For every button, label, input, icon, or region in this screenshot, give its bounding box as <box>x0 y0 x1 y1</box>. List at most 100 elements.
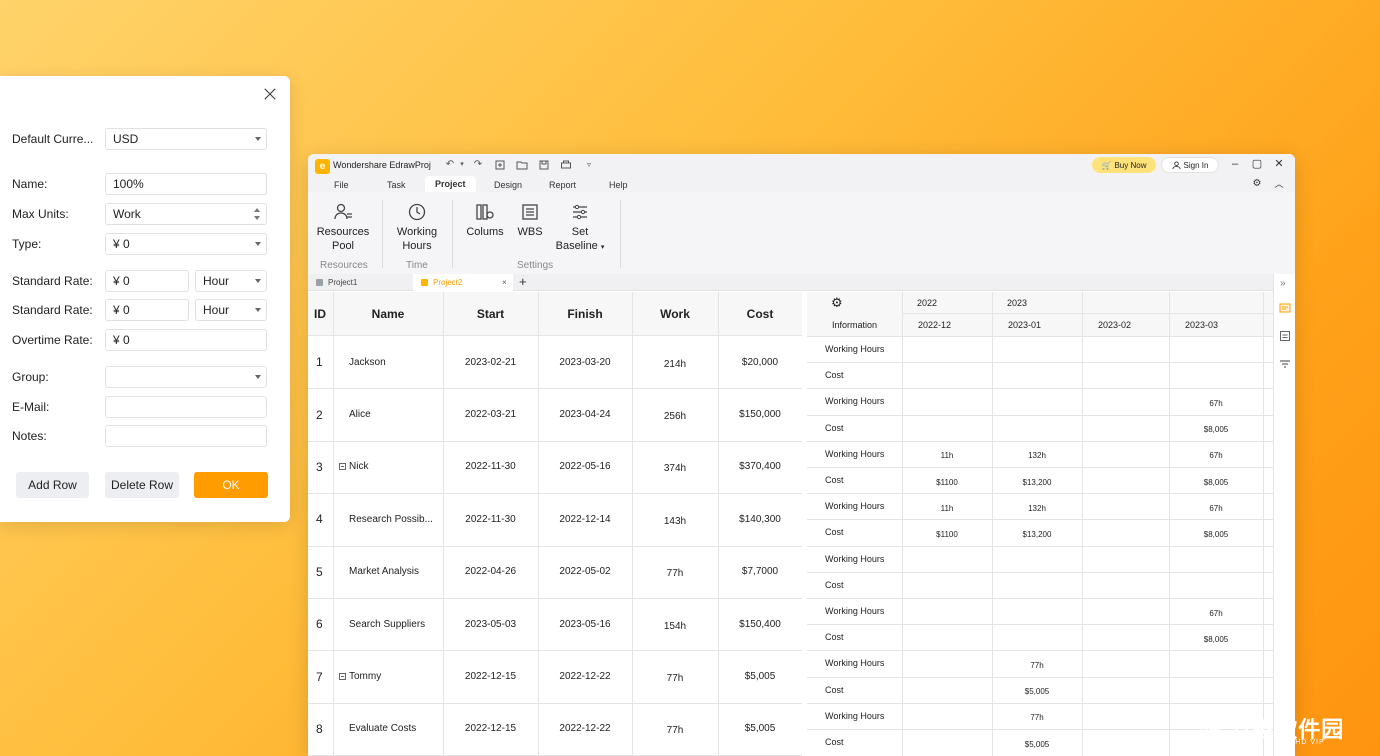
column-header-start[interactable]: Start <box>443 292 538 336</box>
column-header-name[interactable]: Name <box>333 292 443 336</box>
usage-value <box>1082 469 1169 495</box>
cell-name: Tommy <box>333 650 443 702</box>
table-row[interactable]: 8 Evaluate Costs 2022-12-15 2022-12-22 77h $5… <box>308 703 802 755</box>
baseline-sliders-icon <box>573 204 587 220</box>
column-header-work[interactable]: Work <box>632 292 718 336</box>
text-input[interactable]: ¥ 0 <box>105 299 189 321</box>
group-label-settings: Settings <box>517 260 554 271</box>
properties-panel-icon[interactable] <box>1279 330 1291 342</box>
cell-text: $5,005 <box>744 671 776 683</box>
table-row[interactable]: 2 Alice 2022-03-21 2023-04-24 256h $150,000 <box>308 388 802 440</box>
menu-help[interactable]: Help <box>609 178 628 192</box>
collapse-ribbon-icon[interactable]: ︿ <box>1273 178 1285 190</box>
maximize-icon[interactable]: ▢ <box>1251 158 1263 170</box>
usage-value <box>1082 364 1169 390</box>
usage-row: Working Hours <box>807 336 1273 362</box>
table-row[interactable]: 6 Search Suppliers 2023-05-03 2023-05-16 154… <box>308 598 802 650</box>
year-label: 2022 <box>917 298 938 308</box>
table-row[interactable]: 4 Research Possib... 2022-11-30 2022-12-14 1… <box>308 493 802 545</box>
settings-gear-icon[interactable]: ⚙ <box>1251 178 1263 190</box>
undo-dropdown-icon[interactable]: ▾ <box>456 159 468 171</box>
usage-value: $1100 <box>936 529 958 539</box>
field-label: E-Mail: <box>12 400 50 414</box>
collapse-toggle-icon[interactable] <box>339 673 346 681</box>
collapse-toggle-icon[interactable] <box>339 463 346 471</box>
redo-icon[interactable]: ↷ <box>472 159 484 171</box>
usage-value: 77h <box>1030 713 1044 723</box>
minimize-icon[interactable]: – <box>1229 158 1241 170</box>
dropdown-field[interactable]: USD <box>105 128 267 150</box>
close-icon[interactable] <box>263 87 277 101</box>
cell-finish: 2022-12-22 <box>538 650 632 702</box>
save-icon[interactable] <box>538 159 550 171</box>
cell-id: 6 <box>308 598 333 650</box>
cell-finish: 2023-05-16 <box>538 598 632 650</box>
set-baseline-button[interactable]: Set Baseline ▾ <box>554 202 606 255</box>
filter-panel-icon[interactable] <box>1279 358 1291 370</box>
usage-value <box>992 364 1082 390</box>
column-header-id[interactable]: ID <box>308 292 333 336</box>
usage-value: $8,005 <box>1203 477 1229 487</box>
colums-button[interactable]: Colums <box>462 202 508 239</box>
menu-design[interactable]: Design <box>494 178 522 192</box>
window-close-icon[interactable]: ✕ <box>1273 158 1285 170</box>
wbs-button[interactable]: WBS <box>514 202 546 239</box>
add-row-button[interactable]: Add Row <box>16 472 89 498</box>
tab-close-icon[interactable]: × <box>502 274 507 291</box>
buy-now-button[interactable]: 🛒 Buy Now <box>1092 157 1156 173</box>
cell-cost: $7,7000 <box>718 546 802 598</box>
new-file-icon[interactable] <box>494 159 506 171</box>
text-input[interactable]: Work <box>105 203 267 225</box>
table-row[interactable]: 1 Jackson 2023-02-21 2023-03-20 214h $20,000 <box>308 336 802 388</box>
customize-dropdown-icon[interactable]: ▿ <box>583 159 595 171</box>
column-header-cost[interactable]: Cost <box>718 292 802 336</box>
cell-text: 8 <box>316 721 323 736</box>
cell-text: 2022-12-14 <box>559 513 611 525</box>
information-header: Information <box>831 320 878 330</box>
cell-text: 2022-12-22 <box>559 723 611 735</box>
task-panel-icon[interactable] <box>1279 302 1291 314</box>
menu-task[interactable]: Task <box>387 178 406 192</box>
dropdown-field[interactable] <box>105 366 267 388</box>
cell-text: Alice <box>349 409 371 421</box>
working-hours-button[interactable]: Working Hours <box>392 202 442 253</box>
usage-value: $5,005 <box>1024 739 1050 749</box>
cell-name: Evaluate Costs <box>333 703 443 755</box>
ok-button[interactable]: OK <box>194 472 268 498</box>
menu-file[interactable]: File <box>334 178 349 192</box>
delete-row-button[interactable]: Delete Row <box>105 472 179 498</box>
field-row: Standard Rate: <box>12 270 104 292</box>
add-tab-icon[interactable]: + <box>519 274 527 290</box>
column-header-finish[interactable]: Finish <box>538 292 632 336</box>
text-input[interactable]: ¥ 0 <box>105 270 189 292</box>
text-input[interactable]: ¥ 0 <box>105 329 267 351</box>
usage-value <box>992 600 1082 626</box>
chevron-down-icon <box>255 242 261 246</box>
undo-icon[interactable]: ↶ <box>444 159 456 171</box>
table-row[interactable]: 5 Market Analysis 2022-04-26 2022-05-02 77h $… <box>308 546 802 598</box>
resources-pool-button[interactable]: Resources Pool <box>316 202 370 253</box>
sign-in-button[interactable]: Sign In <box>1161 157 1219 173</box>
dropdown-field[interactable]: ¥ 0 <box>105 233 267 255</box>
tab-project1[interactable]: Project1 <box>308 274 412 291</box>
text-input[interactable] <box>105 396 267 418</box>
usage-settings-gear-icon[interactable]: ⚙ <box>831 294 843 312</box>
menu-report[interactable]: Report <box>549 178 576 192</box>
usage-value: $1100 <box>936 477 958 487</box>
menu-project[interactable]: Project <box>425 176 476 192</box>
usage-value <box>1082 443 1169 469</box>
stepper-icon[interactable] <box>254 207 261 221</box>
field-row: Standard Rate: <box>12 299 104 321</box>
table-row[interactable]: 7 Tommy 2022-12-15 2022-12-22 77h $5,005 <box>308 650 802 702</box>
print-icon[interactable] <box>560 159 572 171</box>
cell-text: 2023-05-16 <box>559 618 611 630</box>
table-row[interactable]: 3 Nick 2022-11-30 2022-05-16 374h $370,400 <box>308 441 802 493</box>
tab-project2[interactable]: Project2 × <box>413 274 513 291</box>
cell-id: 8 <box>308 703 333 755</box>
text-input[interactable]: 100% <box>105 173 267 195</box>
expand-panel-icon[interactable]: » <box>1280 278 1286 289</box>
text-input[interactable] <box>105 425 267 447</box>
rate-unit-dropdown[interactable]: Hour <box>195 299 267 321</box>
rate-unit-dropdown[interactable]: Hour <box>195 270 267 292</box>
open-folder-icon[interactable] <box>516 159 528 171</box>
